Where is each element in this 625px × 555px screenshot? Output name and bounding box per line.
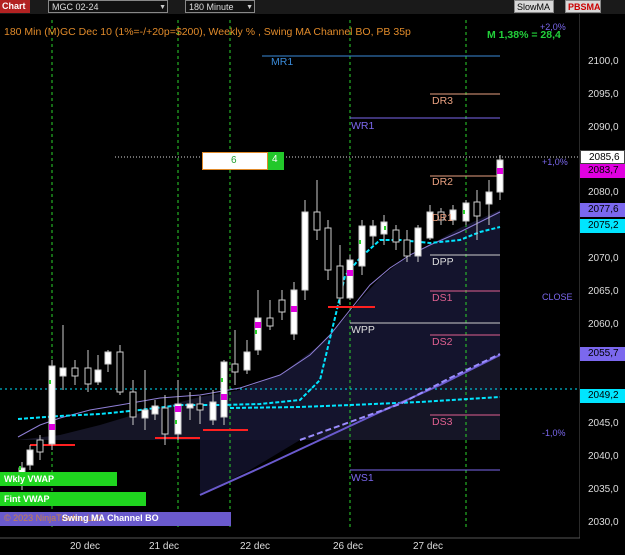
level-dr2: DR2 — [432, 176, 454, 188]
price-tick: 2030,0 — [588, 517, 619, 528]
level-ds2: DS2 — [432, 336, 453, 348]
price-tick: 2090,0 — [588, 122, 619, 133]
date-tick: 22 dec — [240, 541, 271, 552]
swing-bar: © 2023 NinjaTrader, LLC Swing MA Channel… — [0, 512, 231, 526]
level-ws1: WS1 — [351, 472, 374, 484]
date-tick: 26 dec — [333, 541, 364, 552]
cyan-price-badge: 2049,2 — [580, 389, 625, 403]
signal-counter-left: 6 — [202, 152, 268, 170]
pct-up2-label: +2,0% — [540, 22, 566, 32]
level-ds3: DS3 — [432, 416, 453, 428]
price-tick: 2070,0 — [588, 253, 619, 264]
chart-title: 180 Min (M)GC Dec 10 (1%=-/+20p=$200), W… — [4, 26, 411, 38]
level-close: CLOSE — [542, 292, 573, 302]
price-tick: 2080,0 — [588, 187, 619, 198]
swing-label: Swing MA Channel BO — [62, 513, 159, 523]
price-tick: 2065,0 — [588, 286, 619, 297]
level-dr3: DR3 — [432, 95, 454, 107]
price-tick: 2095,0 — [588, 89, 619, 100]
level-dr1: DR1 — [432, 212, 454, 224]
last-price-badge: 2085,6 — [580, 150, 625, 164]
date-tick: 20 dec — [70, 541, 101, 552]
price-tick: 2040,0 — [588, 451, 619, 462]
date-tick: 21 dec — [149, 541, 180, 552]
fint-vwap-label: Fint VWAP — [0, 492, 146, 506]
purple-price-badge: 2077,6 — [580, 203, 625, 217]
cyan-price-badge: 2075,2 — [580, 219, 625, 233]
magenta-price-badge: 2083,7 — [580, 164, 625, 178]
counter-left-value: 6 — [231, 155, 237, 166]
level-wr1: WR1 — [351, 120, 375, 132]
price-tick: 2060,0 — [588, 319, 619, 330]
level-mr1: MR1 — [271, 56, 294, 68]
level-dpp: DPP — [432, 256, 454, 268]
pct-down1-label: -1,0% — [542, 428, 566, 438]
price-tick: 2100,0 — [588, 56, 619, 67]
wkly-vwap-label: Wkly VWAP — [0, 472, 117, 486]
signal-counter-right: 4 — [268, 152, 284, 170]
date-tick: 27 dec — [413, 541, 444, 552]
counter-right-value: 4 — [272, 154, 278, 165]
price-tick: 2035,0 — [588, 484, 619, 495]
purple-price-badge: 2055,7 — [580, 347, 625, 361]
pct-up1-label: +1,0% — [542, 157, 568, 167]
price-tick: 2045,0 — [588, 418, 619, 429]
level-ds1: DS1 — [432, 292, 453, 304]
level-wpp: WPP — [351, 324, 375, 336]
